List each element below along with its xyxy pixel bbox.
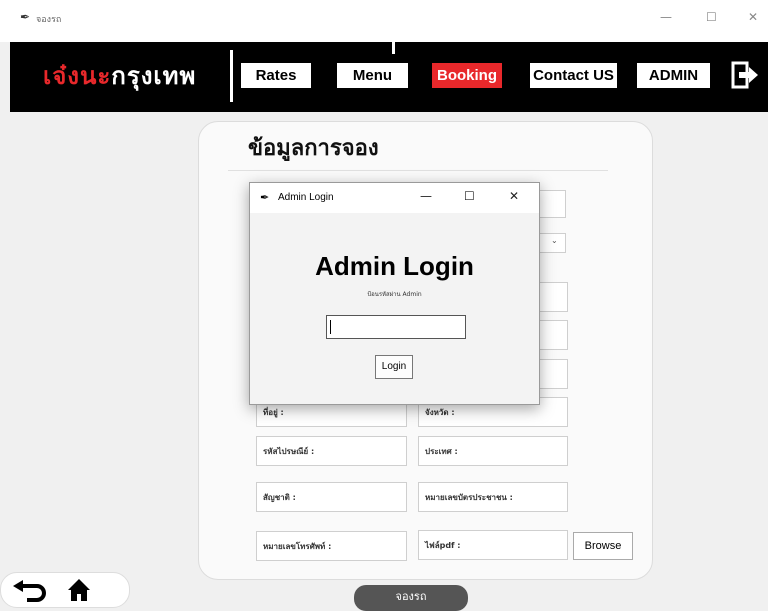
hidden-field-1[interactable] — [538, 190, 566, 218]
hidden-field-3[interactable] — [538, 320, 568, 350]
back-home-bar — [0, 572, 130, 608]
home-icon[interactable] — [67, 578, 91, 602]
maximize-button[interactable]: ☐ — [706, 10, 717, 24]
country-field[interactable]: ประเทศ : — [418, 436, 568, 466]
back-arrow-icon[interactable] — [13, 580, 47, 602]
nationality-label: สัญชาติ : — [263, 493, 296, 502]
dialog-titlebar: ✒ Admin Login — ☐ ✕ — [250, 183, 539, 213]
hidden-select-1[interactable]: ⌄ — [538, 233, 566, 253]
dialog-maximize-button[interactable]: ☐ — [464, 189, 475, 203]
nav-rates-button[interactable]: Rates — [241, 63, 311, 88]
chevron-down-icon: ⌄ — [551, 236, 558, 245]
nav-menu-button[interactable]: Menu — [337, 63, 408, 88]
login-button[interactable]: Login — [375, 355, 413, 379]
phone-field[interactable]: หมายเลขโทรศัพท์ : — [256, 531, 407, 561]
nav-contact-button[interactable]: Contact US — [530, 63, 617, 88]
id-card-field[interactable]: หมายเลขบัตรประชาชน : — [418, 482, 568, 512]
nationality-field[interactable]: สัญชาติ : — [256, 482, 407, 512]
hidden-field-4[interactable] — [538, 359, 568, 389]
phone-label: หมายเลขโทรศัพท์ : — [263, 542, 332, 551]
dialog-minimize-button[interactable]: — — [420, 189, 432, 203]
dialog-close-button[interactable]: ✕ — [509, 189, 519, 203]
minimize-button[interactable]: — — [660, 10, 672, 24]
window-titlebar: ✒ จองรถ — ☐ ✕ — [0, 0, 768, 42]
page-title: ข้อมูลการจอง — [248, 136, 379, 161]
text-caret — [330, 320, 331, 334]
logo-red-text: เจ๋งนะ — [43, 62, 112, 90]
country-label: ประเทศ : — [425, 447, 458, 456]
browse-button[interactable]: Browse — [573, 532, 633, 560]
dialog-heading: Admin Login — [315, 251, 474, 281]
password-input[interactable] — [326, 315, 466, 339]
admin-login-dialog: ✒ Admin Login — ☐ ✕ Admin Login ป้อนรหัส… — [249, 182, 540, 405]
postal-code-field[interactable]: รหัสไปรษณีย์ : — [256, 436, 407, 466]
close-button[interactable]: ✕ — [748, 10, 758, 24]
file-pdf-field[interactable]: ไฟล์pdf : — [418, 530, 568, 560]
nav-admin-button[interactable]: ADMIN — [637, 63, 710, 88]
feather-icon: ✒ — [260, 191, 270, 204]
dialog-window-title: Admin Login — [278, 192, 334, 203]
book-car-button[interactable]: จองรถ — [354, 585, 468, 611]
exit-door-icon[interactable] — [729, 60, 759, 90]
hidden-field-2[interactable] — [538, 282, 568, 312]
logo-white-text: กรุงเทพ — [111, 62, 197, 90]
feather-icon: ✒ — [20, 10, 31, 24]
title-divider — [228, 170, 608, 171]
postal-code-label: รหัสไปรษณีย์ : — [263, 447, 315, 456]
window-title: จองรถ — [36, 15, 62, 25]
nav-divider-tick — [392, 42, 395, 54]
province-label: จังหวัด : — [425, 408, 455, 417]
brand-logo: เจ๋งนะกรุงเทพ — [43, 56, 196, 95]
file-pdf-label: ไฟล์pdf : — [425, 541, 461, 550]
address-label: ที่อยู่ : — [263, 408, 284, 417]
id-card-label: หมายเลขบัตรประชาชน : — [425, 493, 513, 502]
dialog-subtitle: ป้อนรหัสผ่าน Admin — [367, 291, 422, 298]
nav-booking-button[interactable]: Booking — [432, 63, 502, 88]
top-navbar: เจ๋งนะกรุงเทพ Rates Menu Booking Contact… — [10, 42, 768, 112]
nav-divider — [230, 50, 233, 102]
